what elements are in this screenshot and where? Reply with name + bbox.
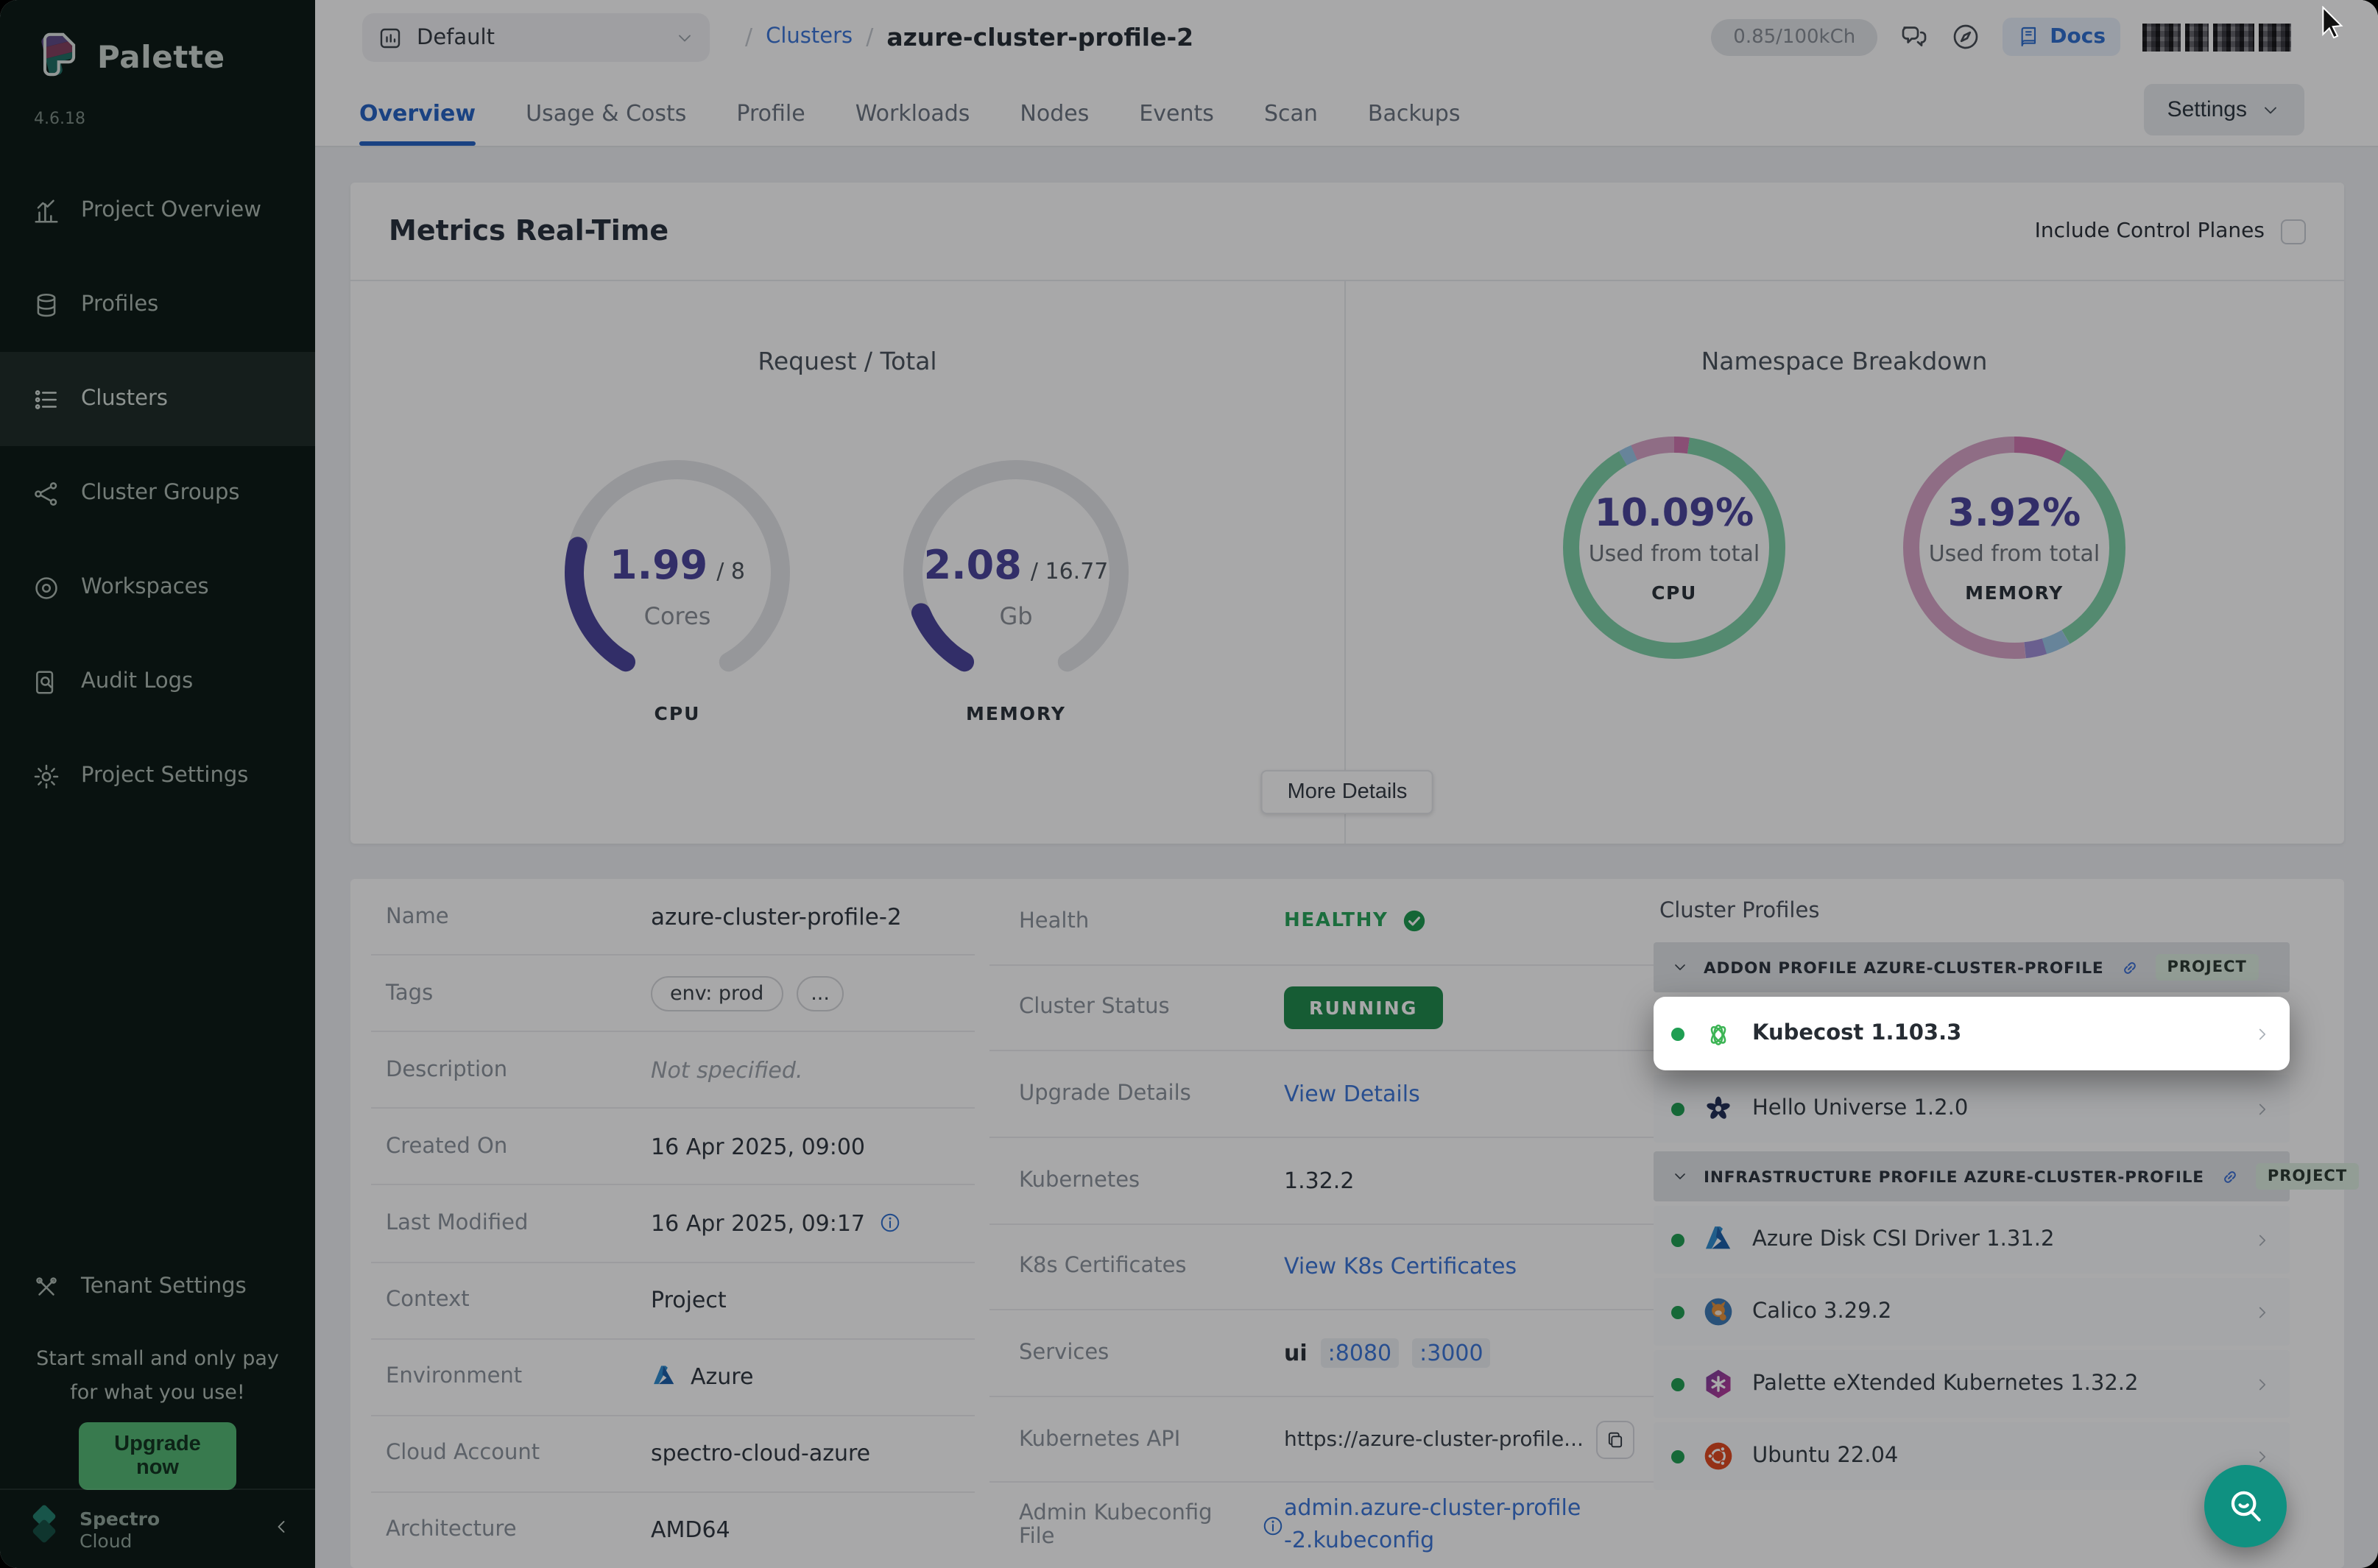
spotlight-dim-overlay [0,0,2378,1568]
status-dot [1671,1027,1684,1040]
profile-pack-name: Kubecost 1.103.3 [1752,1022,2235,1045]
mouse-cursor [2321,6,2350,44]
search-assistant-fab[interactable] [2204,1465,2287,1547]
chevron-right-icon [2253,1024,2272,1043]
profile-row-kubecost[interactable]: Kubecost 1.103.3 [1654,997,2290,1070]
palette-app-window: Palette 4.6.18 Project Overview Profiles [0,0,2378,1568]
kubecost-icon [1702,1017,1735,1050]
